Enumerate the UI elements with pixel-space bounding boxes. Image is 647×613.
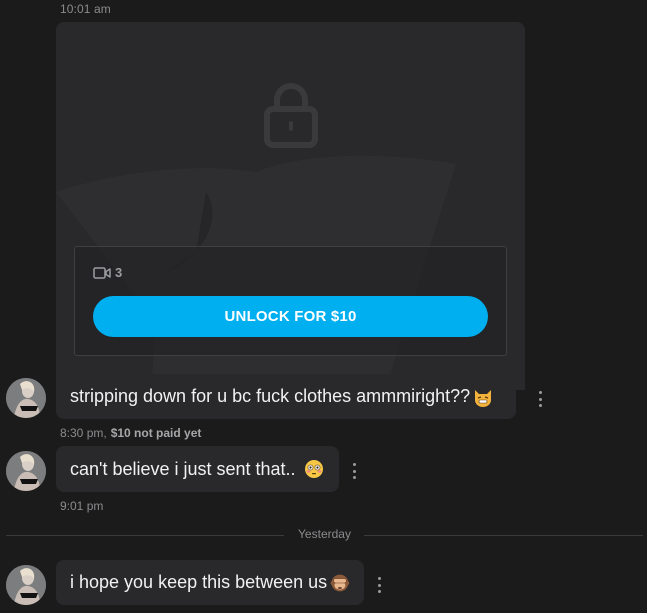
price-status: $10 not paid yet bbox=[110, 426, 202, 440]
avatar-image bbox=[6, 565, 46, 605]
more-vertical-icon[interactable] bbox=[349, 463, 359, 479]
message-time: 9:01 pm bbox=[60, 499, 104, 513]
more-vertical-icon[interactable] bbox=[374, 577, 384, 593]
message-text: stripping down for u bc fuck clothes amm… bbox=[70, 386, 471, 406]
media-count-value: 3 bbox=[115, 265, 123, 280]
unlock-button[interactable]: UNLOCK FOR $10 bbox=[93, 296, 488, 337]
avatar-image bbox=[6, 378, 46, 418]
divider-line bbox=[6, 535, 284, 536]
message-bubble: can't believe i just sent that.. bbox=[56, 446, 339, 492]
avatar-image bbox=[6, 451, 46, 491]
message-meta: 8:30 pm, $10 not paid yet bbox=[60, 426, 201, 440]
divider-line bbox=[364, 535, 643, 536]
cat-face-emoji bbox=[475, 389, 492, 407]
message-bubble: stripping down for u bc fuck clothes amm… bbox=[56, 374, 516, 419]
avatar[interactable] bbox=[6, 565, 46, 605]
more-vertical-icon[interactable] bbox=[535, 391, 545, 407]
lock-icon bbox=[264, 83, 318, 148]
avatar[interactable] bbox=[6, 451, 46, 491]
message-bubble: i hope you keep this between us bbox=[56, 560, 364, 605]
message-timestamp: 10:01 am bbox=[60, 2, 111, 16]
video-icon bbox=[93, 266, 111, 279]
see-no-evil-monkey-emoji bbox=[330, 574, 350, 591]
avatar[interactable] bbox=[6, 378, 46, 418]
message-text: i hope you keep this between us bbox=[70, 572, 328, 592]
unlock-panel: 3 UNLOCK FOR $10 bbox=[74, 246, 507, 356]
media-count: 3 bbox=[93, 265, 122, 280]
flushed-face-emoji bbox=[304, 460, 323, 478]
message-meta: 9:01 pm bbox=[60, 499, 103, 513]
message-text: can't believe i just sent that.. bbox=[70, 458, 296, 479]
chat-thread: 10:01 am 3 UNLOCK FOR $10 stripping down… bbox=[0, 0, 647, 613]
message-time: 8:30 pm, bbox=[60, 426, 107, 440]
divider-label: Yesterday bbox=[288, 527, 361, 541]
date-divider: Yesterday bbox=[6, 527, 643, 543]
